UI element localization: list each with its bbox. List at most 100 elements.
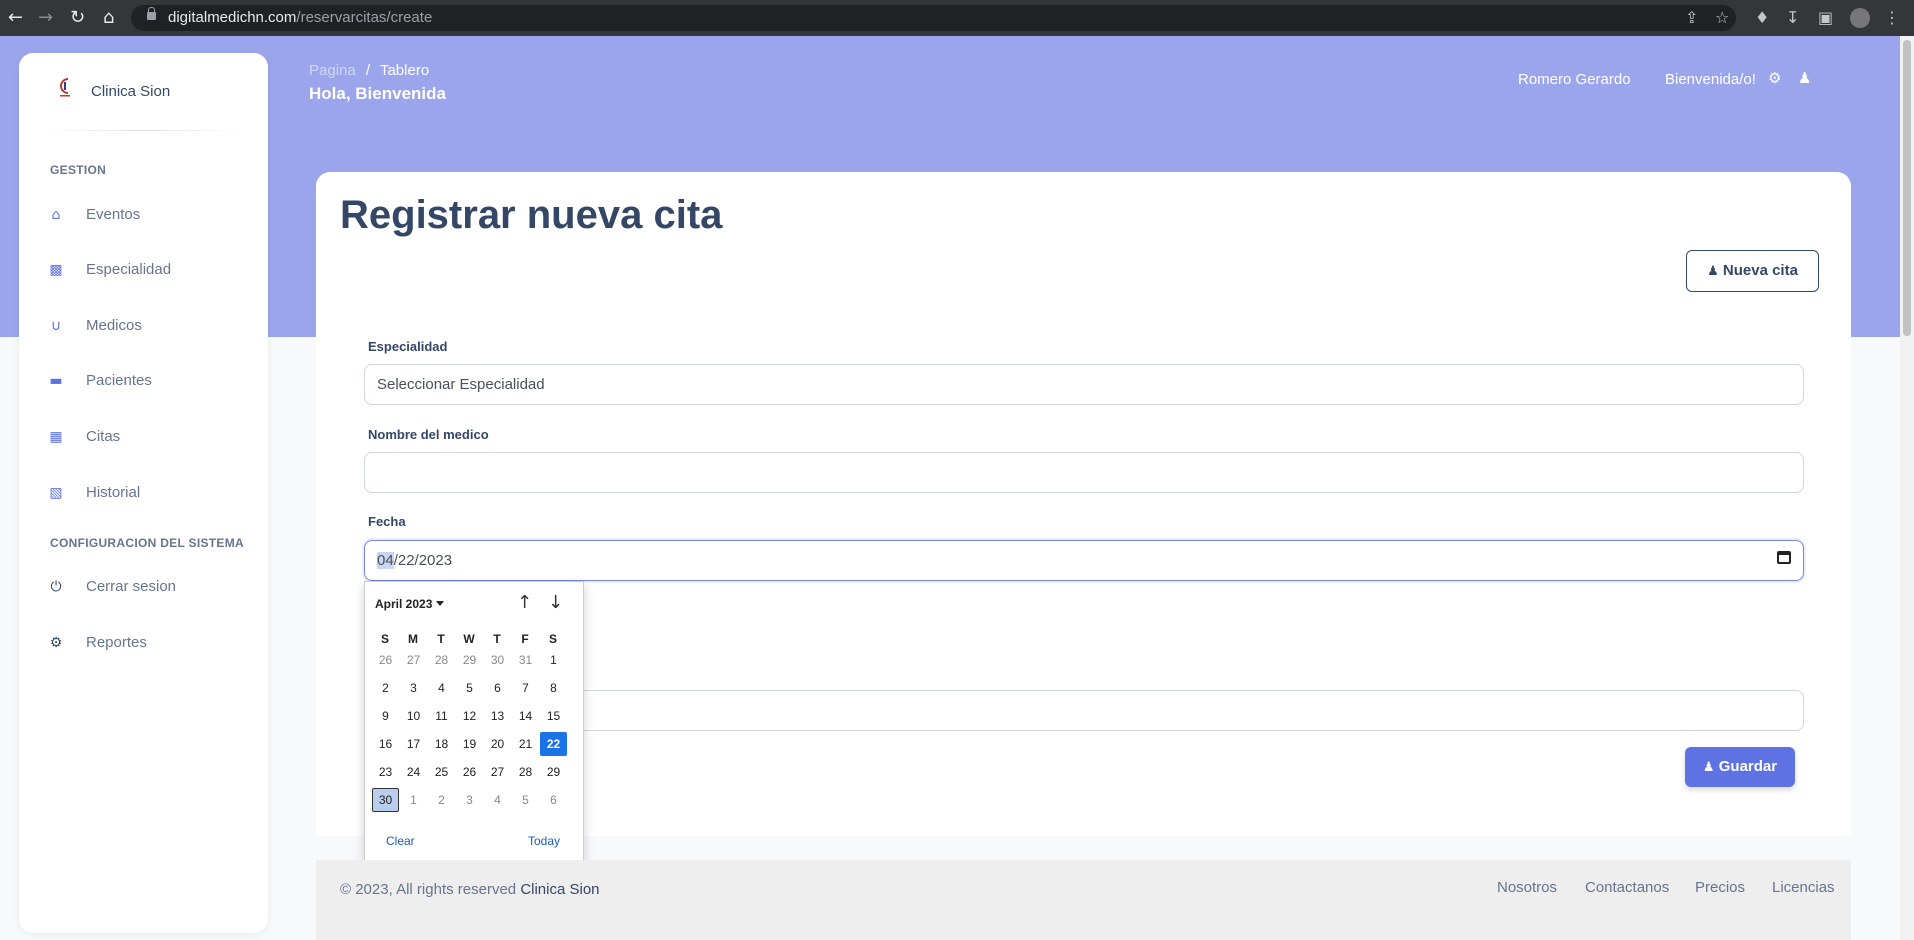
calendar-day[interactable]: 9 bbox=[372, 704, 399, 728]
weekday-header: S bbox=[380, 632, 389, 646]
sidebar-item-cerrar-sesion[interactable]: ⏻ Cerrar sesion bbox=[43, 569, 253, 605]
calendar-day[interactable]: 5 bbox=[456, 676, 483, 700]
calendar-day[interactable]: 22 bbox=[540, 732, 567, 756]
calendar-day[interactable]: 25 bbox=[428, 760, 455, 784]
calendar-day[interactable]: 14 bbox=[512, 704, 539, 728]
bed-icon: ▬ bbox=[49, 373, 63, 389]
calendar-day[interactable]: 5 bbox=[512, 788, 539, 812]
sidebar-item-label: Especialidad bbox=[86, 261, 172, 278]
sidepanel-icon[interactable]: ▣ bbox=[1818, 0, 1833, 36]
sidebar-item-medicos[interactable]: ∪ Medicos bbox=[43, 308, 253, 344]
share-icon[interactable]: ⇪ bbox=[1685, 0, 1698, 36]
calendar-day[interactable]: 29 bbox=[540, 760, 567, 784]
calendar-day[interactable]: 2 bbox=[428, 788, 455, 812]
breadcrumb: Pagina / Tablero bbox=[309, 62, 429, 79]
copyright: © 2023, All rights reserved Clinica Sion bbox=[340, 881, 600, 898]
fecha-value: 04/22/2023 bbox=[377, 552, 452, 569]
footer-link-contactanos[interactable]: Contactanos bbox=[1585, 879, 1669, 896]
weekday-header: W bbox=[463, 632, 475, 646]
sidebar-item-label: Reportes bbox=[86, 634, 147, 651]
user-icon[interactable]: ♟ bbox=[1798, 69, 1811, 87]
clear-button[interactable]: Clear bbox=[386, 834, 415, 848]
medico-field[interactable] bbox=[364, 452, 1804, 493]
user-icon: ♟ bbox=[1702, 760, 1715, 775]
sidebar-item-especialidad[interactable]: ▩ Especialidad bbox=[43, 252, 253, 288]
calendar-day[interactable]: 12 bbox=[456, 704, 483, 728]
profile-avatar[interactable] bbox=[1850, 8, 1870, 28]
calendar-day[interactable]: 27 bbox=[400, 648, 427, 672]
calendar-day[interactable]: 29 bbox=[456, 648, 483, 672]
calendar-day[interactable]: 30 bbox=[484, 648, 511, 672]
calendar-day[interactable]: 4 bbox=[484, 788, 511, 812]
star-icon[interactable]: ☆ bbox=[1715, 0, 1729, 36]
calendar-day[interactable]: 20 bbox=[484, 732, 511, 756]
menu-kebab-icon[interactable]: ⋮ bbox=[1884, 0, 1900, 36]
brand-name[interactable]: Clinica Sion bbox=[91, 83, 170, 100]
user-name-link[interactable]: Romero Gerardo bbox=[1518, 71, 1631, 88]
forward-icon[interactable]: → bbox=[38, 0, 53, 36]
calendar-day[interactable]: 6 bbox=[484, 676, 511, 700]
download-icon[interactable]: ↧ bbox=[1786, 0, 1799, 36]
sidebar-item-historial[interactable]: ▧ Historial bbox=[43, 475, 253, 511]
calendar-day[interactable]: 15 bbox=[540, 704, 567, 728]
sidebar-item-label: Cerrar sesion bbox=[86, 578, 177, 595]
home-icon[interactable]: ⌂ bbox=[103, 0, 114, 36]
calendar-day[interactable]: 26 bbox=[372, 648, 399, 672]
section-heading-configuracion: CONFIGURACION DEL SISTEMA bbox=[50, 536, 244, 550]
calendar-day[interactable]: 24 bbox=[400, 760, 427, 784]
calendar-day[interactable]: 2 bbox=[372, 676, 399, 700]
calendar-day[interactable]: 17 bbox=[400, 732, 427, 756]
calendar-day[interactable]: 21 bbox=[512, 732, 539, 756]
divider bbox=[43, 130, 243, 131]
footer-link-precios[interactable]: Precios bbox=[1695, 879, 1745, 896]
back-icon[interactable]: ← bbox=[8, 0, 23, 36]
month-year-selector[interactable]: April 2023 bbox=[375, 597, 444, 611]
especialidad-select[interactable]: Seleccionar Especialidad bbox=[364, 364, 1804, 405]
sidebar-item-reportes[interactable]: ⚙ Reportes bbox=[43, 625, 253, 661]
calendar-day[interactable]: 3 bbox=[456, 788, 483, 812]
calendar-day[interactable]: 18 bbox=[428, 732, 455, 756]
fecha-month-segment[interactable]: 04 bbox=[377, 552, 394, 569]
gear-icon[interactable]: ⚙ bbox=[1768, 69, 1781, 87]
sidebar-item-eventos[interactable]: ⌂ Eventos bbox=[43, 197, 253, 233]
footer-brand[interactable]: Clinica Sion bbox=[520, 881, 599, 898]
calendar-day[interactable]: 31 bbox=[512, 648, 539, 672]
calendar-day[interactable]: 8 bbox=[540, 676, 567, 700]
id-badge-icon: ▧ bbox=[49, 485, 63, 501]
calendar-day[interactable]: 3 bbox=[400, 676, 427, 700]
calendar-day[interactable]: 16 bbox=[372, 732, 399, 756]
especialidad-value: Seleccionar Especialidad bbox=[377, 376, 545, 393]
new-appointment-button[interactable]: ♟ Nueva cita bbox=[1686, 250, 1819, 292]
extensions-icon[interactable]: ♦ bbox=[1755, 0, 1769, 36]
calendar-day[interactable]: 28 bbox=[512, 760, 539, 784]
scrollbar-thumb[interactable] bbox=[1903, 40, 1911, 336]
calendar-day[interactable]: 13 bbox=[484, 704, 511, 728]
calendar-day[interactable]: 28 bbox=[428, 648, 455, 672]
calendar-day[interactable]: 1 bbox=[400, 788, 427, 812]
url-text[interactable]: digitalmedichn.com/reservarcitas/create bbox=[168, 0, 432, 36]
footer-link-nosotros[interactable]: Nosotros bbox=[1497, 879, 1557, 896]
breadcrumb-root[interactable]: Pagina bbox=[309, 62, 356, 79]
calendar-day[interactable]: 19 bbox=[456, 732, 483, 756]
fecha-date-input[interactable]: 04/22/2023 bbox=[364, 540, 1804, 581]
calendar-day[interactable]: 6 bbox=[540, 788, 567, 812]
calendar-day[interactable]: 23 bbox=[372, 760, 399, 784]
calendar-day[interactable]: 10 bbox=[400, 704, 427, 728]
save-button[interactable]: ♟ Guardar bbox=[1685, 747, 1795, 787]
arrow-up-icon[interactable]: ↑ bbox=[517, 592, 532, 613]
calendar-day[interactable]: 11 bbox=[428, 704, 455, 728]
calendar-day[interactable]: 7 bbox=[512, 676, 539, 700]
today-button[interactable]: Today bbox=[528, 834, 560, 848]
calendar-day[interactable]: 4 bbox=[428, 676, 455, 700]
reload-icon[interactable]: ↻ bbox=[70, 0, 85, 36]
sidebar-item-pacientes[interactable]: ▬ Pacientes bbox=[43, 363, 253, 399]
footer-link-licencias[interactable]: Licencias bbox=[1772, 879, 1835, 896]
calendar-day[interactable]: 30 bbox=[372, 788, 399, 812]
calendar-day[interactable]: 1 bbox=[540, 648, 567, 672]
calendar-picker-icon[interactable] bbox=[1777, 551, 1791, 564]
welcome-link[interactable]: Bienvenida/o! bbox=[1665, 71, 1756, 88]
sidebar-item-citas[interactable]: ▦ Citas bbox=[43, 419, 253, 455]
calendar-day[interactable]: 27 bbox=[484, 760, 511, 784]
calendar-day[interactable]: 26 bbox=[456, 760, 483, 784]
arrow-down-icon[interactable]: ↓ bbox=[548, 592, 563, 613]
